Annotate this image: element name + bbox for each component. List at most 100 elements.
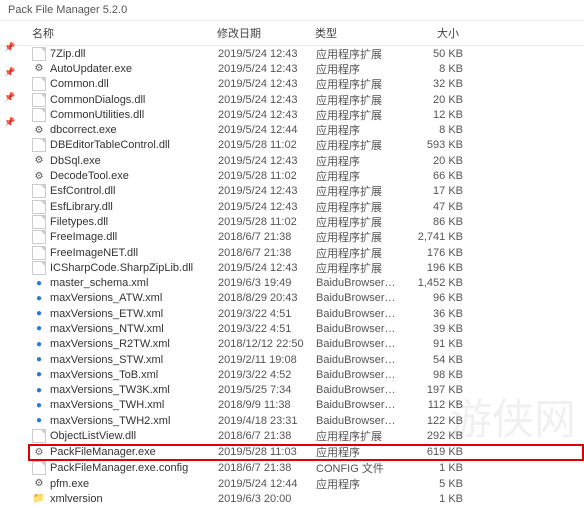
file-name: maxVersions_R2TW.xml xyxy=(50,338,218,350)
exe-icon: ⚙ xyxy=(32,154,46,168)
file-name: maxVersions_ETW.xml xyxy=(50,308,218,320)
file-row[interactable]: ●maxVersions_ETW.xml2019/3/22 4:51BaiduB… xyxy=(32,306,584,321)
file-date: 2019/2/11 19:08 xyxy=(218,354,316,366)
file-type: 应用程序扩展 xyxy=(316,214,398,230)
file-type: 应用程序 xyxy=(316,476,398,492)
xml-icon: ● xyxy=(32,337,46,351)
xml-icon: ● xyxy=(32,276,46,290)
file-row[interactable]: EsfControl.dll2019/5/24 12:43应用程序扩展17 KB xyxy=(32,184,584,199)
file-row[interactable]: ●master_schema.xml2019/6/3 19:49BaiduBro… xyxy=(32,275,584,290)
file-type: 应用程序扩展 xyxy=(316,92,398,108)
pin-icon[interactable]: 📌 xyxy=(4,117,15,128)
file-size: 17 KB xyxy=(398,185,463,197)
file-size: 96 KB xyxy=(398,292,463,304)
file-name: AutoUpdater.exe xyxy=(50,63,218,75)
file-row[interactable]: ●maxVersions_NTW.xml2019/3/22 4:51BaiduB… xyxy=(32,321,584,336)
file-type: 应用程序扩展 xyxy=(316,76,398,92)
file-row[interactable]: ⚙PackFileManager.exe2019/5/28 11:03应用程序6… xyxy=(28,444,584,461)
file-size: 5 KB xyxy=(398,478,463,490)
file-size: 1 KB xyxy=(398,462,463,474)
file-date: 2018/6/7 21:38 xyxy=(218,430,316,442)
file-row[interactable]: PackFileManager.exe.config2018/6/7 21:38… xyxy=(32,461,584,476)
file-size: 54 KB xyxy=(398,354,463,366)
file-type: BaiduBrowser H... xyxy=(316,369,398,381)
file-date: 2019/6/3 20:00 xyxy=(218,493,316,505)
file-size: 91 KB xyxy=(398,338,463,350)
file-row[interactable]: ⚙AutoUpdater.exe2019/5/24 12:43应用程序8 KB xyxy=(32,61,584,76)
file-row[interactable]: ⚙DbSql.exe2019/5/24 12:43应用程序20 KB xyxy=(32,153,584,168)
file-row[interactable]: FreeImageNET.dll2018/6/7 21:38应用程序扩展176 … xyxy=(32,245,584,260)
file-row[interactable]: ⚙pfm.exe2019/5/24 12:44应用程序5 KB xyxy=(32,476,584,491)
xml-icon: ● xyxy=(32,368,46,382)
file-type: 应用程序扩展 xyxy=(316,46,398,62)
quick-access-pins: 📌 📌 📌 📌 xyxy=(4,42,15,128)
pin-icon[interactable]: 📌 xyxy=(4,67,15,78)
file-row[interactable]: 7Zip.dll2019/5/24 12:43应用程序扩展50 KB xyxy=(32,46,584,61)
file-size: 39 KB xyxy=(398,323,463,335)
file-date: 2019/5/24 12:43 xyxy=(218,94,316,106)
file-type: 应用程序 xyxy=(316,153,398,169)
file-type: BaiduBrowser H... xyxy=(316,399,398,411)
file-row[interactable]: CommonDialogs.dll2019/5/24 12:43应用程序扩展20… xyxy=(32,92,584,107)
file-size: 8 KB xyxy=(398,63,463,75)
xml-icon: ● xyxy=(32,322,46,336)
file-row[interactable]: ⚙dbcorrect.exe2019/5/24 12:44应用程序8 KB xyxy=(32,122,584,137)
file-type: 应用程序扩展 xyxy=(316,137,398,153)
file-date: 2019/5/24 12:43 xyxy=(218,262,316,274)
window-title: Pack File Manager 5.2.0 xyxy=(0,0,584,21)
column-header-row: 名称 修改日期 类型 大小 xyxy=(0,21,584,46)
file-name: EsfLibrary.dll xyxy=(50,201,218,213)
file-type: BaiduBrowser H... xyxy=(316,323,398,335)
file-date: 2019/6/3 19:49 xyxy=(218,277,316,289)
file-row[interactable]: ICSharpCode.SharpZipLib.dll2019/5/24 12:… xyxy=(32,260,584,275)
file-type: 应用程序扩展 xyxy=(316,260,398,276)
file-row[interactable]: Filetypes.dll2019/5/28 11:02应用程序扩展86 KB xyxy=(32,214,584,229)
file-size: 20 KB xyxy=(398,155,463,167)
file-row[interactable]: ObjectListView.dll2018/6/7 21:38应用程序扩展29… xyxy=(32,428,584,443)
file-size: 619 KB xyxy=(398,446,463,458)
file-date: 2019/5/24 12:43 xyxy=(218,63,316,75)
file-row[interactable]: ●maxVersions_STW.xml2019/2/11 19:08Baidu… xyxy=(32,352,584,367)
file-date: 2019/5/24 12:43 xyxy=(218,185,316,197)
file-type: 应用程序 xyxy=(316,122,398,138)
file-row[interactable]: ●maxVersions_R2TW.xml2018/12/12 22:50Bai… xyxy=(32,337,584,352)
file-type: 应用程序扩展 xyxy=(316,199,398,215)
file-name: maxVersions_TW3K.xml xyxy=(50,384,218,396)
file-date: 2018/8/29 20:43 xyxy=(218,292,316,304)
file-type: BaiduBrowser H... xyxy=(316,277,398,289)
pin-icon[interactable]: 📌 xyxy=(4,92,15,103)
file-name: pfm.exe xyxy=(50,478,218,490)
dll-icon xyxy=(32,429,46,443)
file-row[interactable]: DBEditorTableControl.dll2019/5/28 11:02应… xyxy=(32,138,584,153)
file-row[interactable]: ●maxVersions_TWH2.xml2019/4/18 23:31Baid… xyxy=(32,413,584,428)
dll-icon xyxy=(32,93,46,107)
column-type[interactable]: 类型 xyxy=(315,25,397,41)
column-name[interactable]: 名称 xyxy=(32,25,217,41)
dll-icon xyxy=(32,246,46,260)
column-date[interactable]: 修改日期 xyxy=(217,25,315,41)
file-row[interactable]: Common.dll2019/5/24 12:43应用程序扩展32 KB xyxy=(32,77,584,92)
dll-icon xyxy=(32,108,46,122)
file-row[interactable]: FreeImage.dll2018/6/7 21:38应用程序扩展2,741 K… xyxy=(32,230,584,245)
file-row[interactable]: ●maxVersions_ToB.xml2019/3/22 4:52BaiduB… xyxy=(32,367,584,382)
file-size: 1 KB xyxy=(398,493,463,505)
file-row[interactable]: EsfLibrary.dll2019/5/24 12:43应用程序扩展47 KB xyxy=(32,199,584,214)
dll-icon xyxy=(32,215,46,229)
file-type: BaiduBrowser H... xyxy=(316,338,398,350)
file-size: 196 KB xyxy=(398,262,463,274)
file-row[interactable]: CommonUtilities.dll2019/5/24 12:43应用程序扩展… xyxy=(32,107,584,122)
file-date: 2019/5/28 11:02 xyxy=(218,216,316,228)
file-row[interactable]: 📁xmlversion2019/6/3 20:001 KB xyxy=(32,491,584,506)
xml-icon: ● xyxy=(32,414,46,428)
file-row[interactable]: ●maxVersions_TW3K.xml2019/5/25 7:34Baidu… xyxy=(32,383,584,398)
file-name: dbcorrect.exe xyxy=(50,124,218,136)
file-row[interactable]: ●maxVersions_ATW.xml2018/8/29 20:43Baidu… xyxy=(32,291,584,306)
file-row[interactable]: ●maxVersions_TWH.xml2018/9/9 11:38BaiduB… xyxy=(32,398,584,413)
column-size[interactable]: 大小 xyxy=(397,25,467,41)
file-date: 2018/6/7 21:38 xyxy=(218,462,316,474)
file-name: DbSql.exe xyxy=(50,155,218,167)
file-name: CommonDialogs.dll xyxy=(50,94,218,106)
file-row[interactable]: ⚙DecodeTool.exe2019/5/28 11:02应用程序66 KB xyxy=(32,168,584,183)
xml-icon: ● xyxy=(32,398,46,412)
pin-icon[interactable]: 📌 xyxy=(4,42,15,53)
